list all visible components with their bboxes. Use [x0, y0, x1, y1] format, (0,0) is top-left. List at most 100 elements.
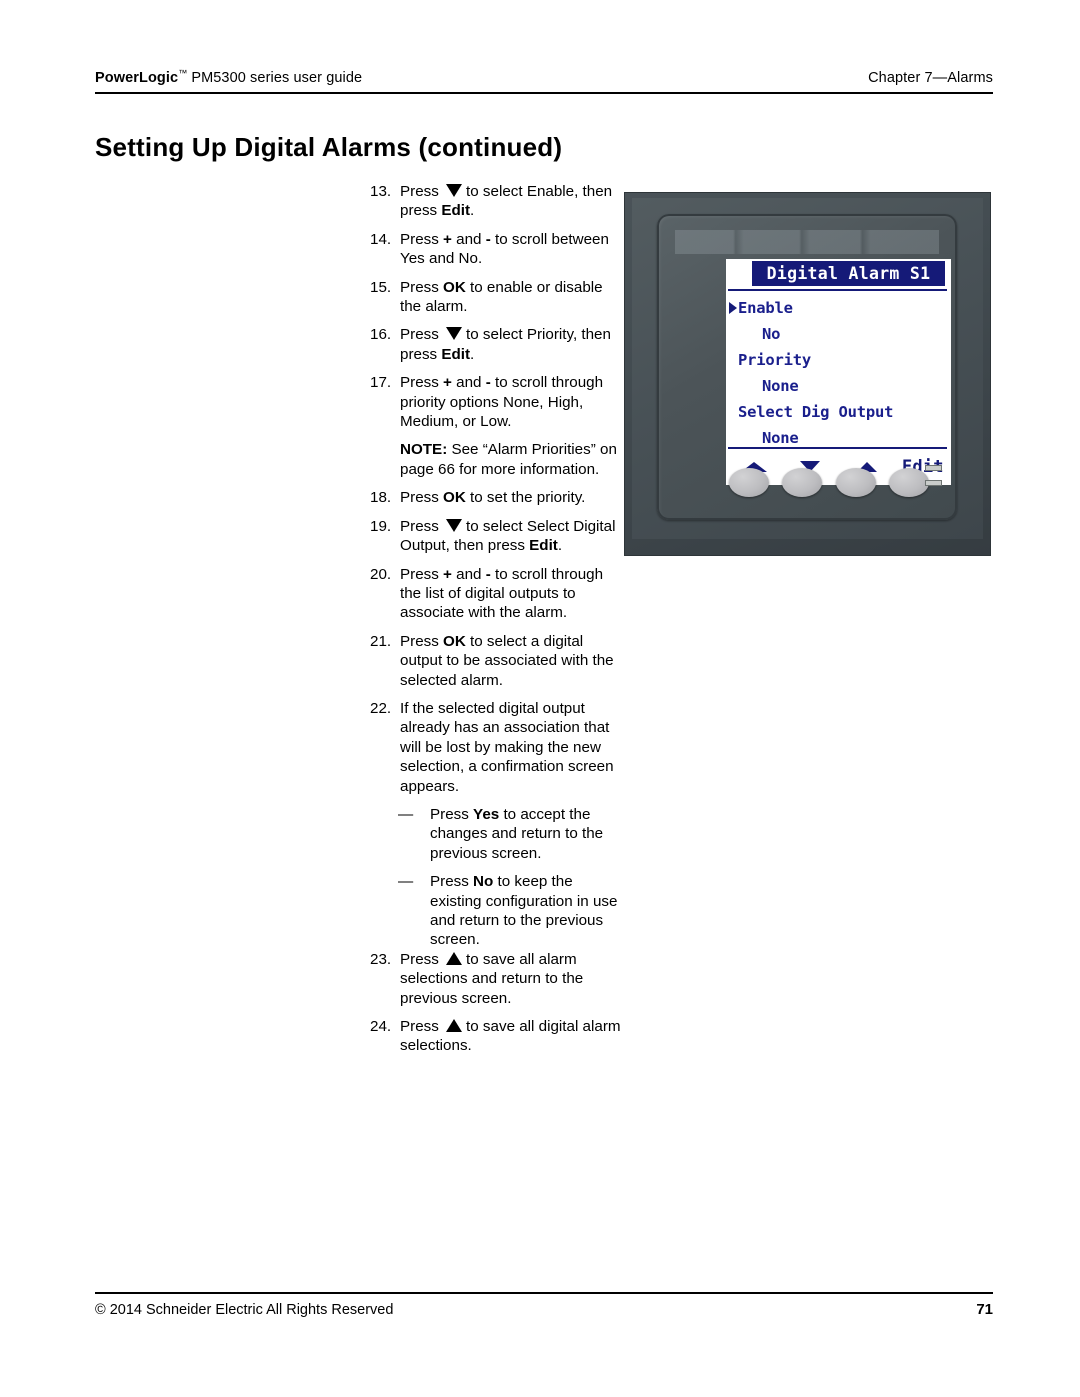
triangle-down-icon: [446, 184, 463, 197]
emphasis-text: OK: [443, 278, 466, 296]
lcd-menu-row: None: [726, 373, 951, 399]
device-led-group: [925, 465, 943, 495]
lcd-menu-label: Priority: [738, 351, 812, 369]
step-number: 17.: [370, 374, 392, 392]
text-run: Press: [400, 517, 444, 535]
running-head: PowerLogic™ PM5300 series user guide Cha…: [95, 68, 993, 86]
emphasis-text: Edit: [441, 202, 471, 220]
triangle-up-icon: [446, 1019, 463, 1033]
lcd-menu-row: Priority: [726, 347, 951, 373]
text-run: Press: [400, 1018, 444, 1036]
lcd-menu-row: Enable: [726, 295, 951, 321]
document-page: PowerLogic™ PM5300 series user guide Cha…: [0, 0, 1080, 1397]
step-text: NOTE: See “Alarm Priorities” on page 66 …: [400, 441, 617, 477]
emphasis-text: Edit: [529, 537, 558, 555]
text-run: and: [451, 230, 486, 248]
text-run: and: [451, 374, 486, 392]
text-run: If the selected digital output already h…: [400, 699, 614, 795]
lcd-menu-label: None: [762, 377, 799, 395]
step-text: Press No to keep the existing configurat…: [430, 873, 617, 948]
lcd-menu-label: Select Dig Output: [738, 403, 894, 421]
list-item-step: 17. Press + and - to scroll through prior…: [370, 373, 622, 431]
emphasis-text: OK: [443, 489, 466, 507]
step-text: Press + and - to scroll between Yes and …: [400, 230, 622, 269]
device-button-2[interactable]: [782, 467, 823, 497]
list-item-step: 20. Press + and - to scroll through the l…: [370, 565, 622, 623]
step-text: Press to select Priority, then press Edi…: [400, 325, 622, 364]
text-run: Press: [430, 805, 474, 823]
step-text: Press Yes to accept the changes and retu…: [430, 806, 603, 862]
lcd-menu-row: No: [726, 321, 951, 347]
step-text: Press to save all digital alarm selectio…: [400, 1017, 622, 1056]
step-number: 21.: [370, 632, 392, 650]
bezel-light-strip: [675, 230, 939, 254]
dash-bullet: —: [398, 805, 414, 823]
list-item-step: 19. Press to select Select Digital Output…: [370, 517, 622, 556]
step-number: 18.: [370, 489, 392, 507]
led-indicator-2: [925, 480, 942, 486]
list-item-step: 15. Press OK to enable or disable the ala…: [370, 278, 622, 317]
trademark-icon: ™: [178, 68, 188, 78]
step-number: 22.: [370, 699, 392, 717]
list-item-dash: — Press No to keep the existing configura…: [370, 872, 622, 950]
header-rule: [95, 92, 993, 94]
list-item-step: 18. Press OK to set the priority.: [370, 488, 622, 507]
text-run: and: [451, 565, 486, 583]
text-run: Press: [400, 489, 444, 507]
text-run: Press: [400, 183, 444, 200]
emphasis-text: +: [443, 230, 452, 248]
step-number: 16.: [370, 326, 392, 344]
list-item-step: 24. Press to save all digital alarm selec…: [370, 1017, 622, 1056]
emphasis-text: NOTE:: [400, 441, 448, 459]
lcd-menu: Enable No Priority None Select Dig Output Non…: [726, 295, 951, 451]
text-run: Press: [430, 873, 474, 891]
text-run: Press: [400, 950, 444, 968]
text-run: .: [557, 537, 563, 555]
step-number: 24.: [370, 1018, 392, 1036]
emphasis-text: OK: [443, 632, 466, 650]
device-lcd-screen: Digital Alarm S1 Enable No Priority None Sel…: [726, 259, 951, 485]
step-text: Press to select Enable, then press Edit.: [400, 182, 622, 221]
lcd-footer-rule: [728, 447, 947, 449]
note-block: NOTE: See “Alarm Priorities” on page 66 …: [370, 440, 622, 479]
text-run: Press: [400, 326, 444, 344]
running-head-guide: PM5300 series user guide: [187, 69, 363, 86]
lcd-title: Digital Alarm S1: [752, 261, 945, 286]
text-run: Press: [400, 278, 444, 296]
selection-caret-icon: [729, 302, 737, 314]
emphasis-text: +: [443, 374, 452, 392]
page-title: Setting Up Digital Alarms (continued): [95, 132, 563, 162]
device-button-3[interactable]: [835, 467, 876, 497]
step-text: Press + and - to scroll through the list…: [400, 565, 622, 623]
step-number: 19.: [370, 517, 392, 535]
emphasis-text: Yes: [473, 805, 500, 823]
step-text: Press to save all alarm selections and r…: [400, 950, 622, 1008]
page-number: 71: [976, 1301, 993, 1318]
emphasis-text: Edit: [441, 345, 471, 363]
text-run: Press: [400, 632, 444, 650]
step-text: Press OK to select a digital output to b…: [400, 632, 622, 690]
device-button-4[interactable]: [888, 467, 929, 497]
page-footer: © 2014 Schneider Electric All Rights Res…: [95, 1301, 993, 1318]
step-text: Press to select Select Digital Output, t…: [400, 517, 622, 556]
device-bezel: Digital Alarm S1 Enable No Priority None Sel…: [657, 214, 957, 520]
text-run: .: [470, 202, 475, 220]
running-head-left: PowerLogic™ PM5300 series user guide: [95, 68, 362, 86]
list-item-step: 14. Press + and - to scroll between Yes a…: [370, 230, 622, 269]
running-head-chapter: Chapter 7—Alarms: [868, 69, 993, 86]
step-number: 14.: [370, 230, 392, 248]
device-button-1[interactable]: [729, 467, 769, 497]
step-text: Press OK to enable or disable the alarm.: [400, 278, 622, 317]
triangle-up-icon: [446, 951, 463, 965]
step-number: 20.: [370, 565, 392, 583]
list-item-step: 21. Press OK to select a digital output t…: [370, 632, 622, 690]
device-photo: Digital Alarm S1 Enable No Priority None Sel…: [624, 192, 991, 556]
text-run: .: [470, 345, 475, 363]
text-run: Press: [400, 374, 444, 392]
step-text: If the selected digital output already h…: [400, 699, 622, 796]
list-item-dash: — Press Yes to accept the changes and ret…: [370, 805, 622, 863]
text-run: to set the priority.: [465, 489, 586, 507]
lcd-menu-label: No: [762, 325, 781, 343]
triangle-down-icon: [446, 518, 463, 532]
lcd-title-rule: [728, 289, 947, 291]
